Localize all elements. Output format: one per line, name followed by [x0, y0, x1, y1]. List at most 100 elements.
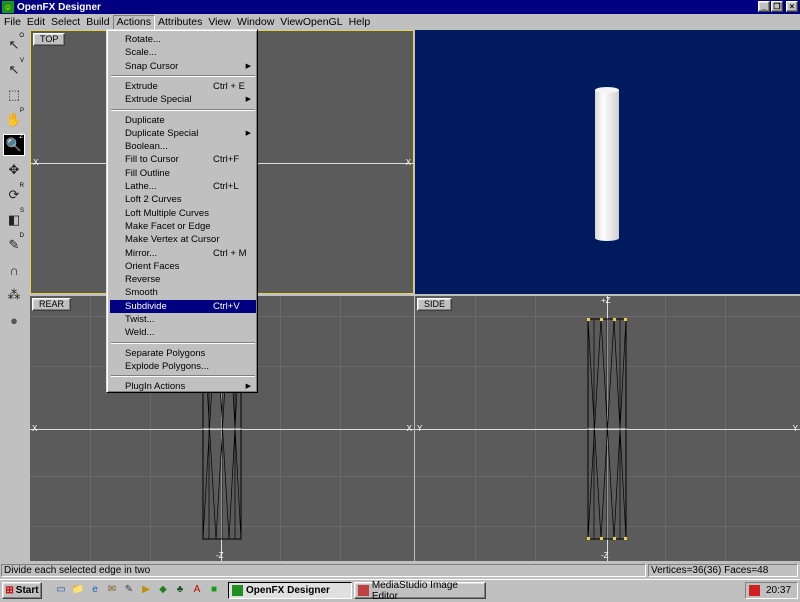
pen-icon[interactable]: ✎ D	[3, 233, 25, 256]
menu-item-reverse[interactable]: Reverse	[110, 273, 256, 286]
menu-item-separate-polygons[interactable]: Separate Polygons	[110, 347, 256, 360]
menu-item-loft-2-curves[interactable]: Loft 2 Curves	[110, 193, 256, 206]
menu-item-subdivide[interactable]: Subdivide Ctrl+V	[110, 299, 256, 313]
menu-item-extrude[interactable]: Extrude Ctrl + E	[110, 80, 256, 93]
outlook-icon[interactable]: ✉	[105, 583, 119, 597]
media-icon[interactable]: ▶	[139, 583, 153, 597]
status-bar: Divide each selected edge in two Vertice…	[0, 563, 800, 578]
sphere-icon[interactable]: ●	[3, 309, 25, 331]
mesh-counts: Vertices=36(36) Faces=48	[648, 564, 798, 577]
tray-app-icon[interactable]	[749, 585, 760, 596]
zoom-icon[interactable]: 🔍 Z	[3, 134, 25, 156]
menu-item-weld[interactable]: Weld...	[110, 326, 256, 339]
menu-item-label: PlugIn Actions	[125, 381, 186, 393]
task-openfx-designer[interactable]: OpenFX Designer	[228, 582, 352, 599]
menu-select[interactable]: Select	[48, 15, 83, 30]
menu-item-label: Lathe...	[125, 181, 157, 192]
menu-item-smooth[interactable]: Smooth	[110, 286, 256, 299]
ie-icon[interactable]: e	[88, 583, 102, 597]
arrow-select-icon[interactable]: ↖ V	[3, 58, 25, 81]
menu-item-duplicate[interactable]: Duplicate	[110, 114, 256, 127]
perspective-viewport[interactable]	[415, 30, 800, 294]
menu-edit[interactable]: Edit	[24, 15, 48, 30]
marquee-select-icon[interactable]: ⬚	[3, 84, 25, 106]
viewport-label-side[interactable]: SIDE	[417, 298, 453, 311]
close-button[interactable]: ×	[786, 1, 798, 12]
submenu-arrow-icon: ▶	[245, 383, 251, 391]
mediastudio-icon	[358, 585, 369, 596]
openfx-icon[interactable]: ■	[207, 583, 221, 597]
rotate-icon[interactable]: ⟳ R	[3, 183, 25, 206]
restore-button[interactable]: ❐	[771, 1, 783, 12]
start-label: Start	[15, 585, 39, 596]
chip-icon[interactable]: ◆	[156, 583, 170, 597]
menu-item-make-vertex-at-cursor[interactable]: Make Vertex at Cursor.	[110, 233, 256, 246]
menu-item-twist[interactable]: Twist...	[110, 313, 256, 326]
openfx-app-icon[interactable]: ☺	[2, 1, 14, 13]
cylinder-render	[595, 87, 619, 241]
menu-file[interactable]: File	[1, 15, 24, 30]
menu-view[interactable]: View	[205, 15, 234, 30]
arrow-pointer-icon[interactable]: ↖ O	[3, 33, 25, 56]
menu-bar: File Edit Select Build Actions Attribute…	[0, 14, 800, 30]
menu-item-label: Orient Faces	[125, 260, 180, 272]
axis-label-x-left: X	[32, 424, 38, 433]
explorer-icon[interactable]: 📁	[71, 583, 85, 597]
menu-item-fill-to-cursor[interactable]: Fill to Cursor Ctrl+F	[110, 153, 256, 166]
menu-item-orient-faces[interactable]: Orient Faces	[110, 260, 256, 273]
notepad-icon[interactable]: ✎	[122, 583, 136, 597]
scale-icon[interactable]: ◧ S	[3, 208, 25, 231]
menu-item-snap-cursor[interactable]: Snap Cursor ▶	[110, 60, 256, 73]
hand-pan-icon[interactable]: ✋ P	[3, 108, 25, 131]
axis-label-y-left: Y	[417, 424, 423, 433]
menu-actions[interactable]: Actions	[112, 14, 155, 30]
menu-separator	[111, 375, 255, 378]
menu-help[interactable]: Help	[346, 15, 374, 30]
tool-shortcut-key: S	[19, 208, 24, 214]
task-label: OpenFX Designer	[246, 585, 330, 596]
menu-item-shortcut: .	[213, 234, 216, 246]
axis-label-x-right: X	[406, 424, 412, 433]
axis-label-z-top: +Z	[601, 296, 611, 305]
menu-item-rotate[interactable]: Rotate...	[110, 33, 256, 46]
menu-build[interactable]: Build	[83, 15, 112, 30]
system-tray: 20:37	[745, 582, 798, 599]
game-icon[interactable]: ♣	[173, 583, 187, 597]
menu-item-label: Fill to Cursor	[125, 154, 179, 166]
magnet-icon[interactable]: ∩	[3, 259, 25, 281]
menu-item-explode-polygons[interactable]: Explode Polygons...	[110, 360, 256, 373]
menu-item-scale[interactable]: Scale...	[110, 46, 256, 59]
acrobat-icon[interactable]: A	[190, 583, 204, 597]
menu-item-fill-outline[interactable]: Fill Outline	[110, 167, 256, 180]
menu-window[interactable]: Window	[234, 15, 277, 30]
side-mesh	[587, 318, 627, 540]
start-button[interactable]: ⊞ Start	[2, 582, 42, 599]
menu-item-label: Fill Outline	[125, 167, 170, 179]
menu-item-mirror[interactable]: Mirror... Ctrl + M	[110, 247, 256, 260]
task-mediastudio[interactable]: MediaStudio Image Editor	[354, 580, 486, 602]
viewport-label-rear[interactable]: REAR	[32, 298, 72, 311]
menu-item-extrude-special[interactable]: Extrude Special ▶	[110, 93, 256, 106]
desktop-icon[interactable]: ▭	[54, 583, 68, 597]
nodes-icon[interactable]: ⁂	[3, 284, 25, 306]
side-viewport[interactable]: +Z Y Y -Z SIDE	[415, 296, 800, 561]
axis-label-z-bottom: -Z	[601, 551, 609, 560]
menu-item-label: Boolean...	[125, 141, 168, 153]
menu-viewopengl[interactable]: ViewOpenGL	[277, 15, 345, 30]
menu-item-make-facet-or-edge[interactable]: Make Facet or Edge	[110, 220, 256, 233]
menu-attributes[interactable]: Attributes	[155, 15, 205, 30]
menu-item-label: Snap Cursor	[125, 60, 179, 72]
minimize-button[interactable]: _	[758, 1, 770, 12]
menu-item-duplicate-special[interactable]: Duplicate Special ▶	[110, 127, 256, 140]
move-icon[interactable]: ✥	[3, 159, 25, 181]
viewport-label-top[interactable]: TOP	[33, 33, 66, 46]
menu-item-loft-multiple-curves[interactable]: Loft Multiple Curves	[110, 207, 256, 220]
menu-item-shortcut: Ctrl+F	[213, 154, 240, 166]
menu-item-boolean[interactable]: Boolean...	[110, 140, 256, 153]
menu-item-label: Loft 2 Curves	[125, 194, 182, 206]
menu-item-plugin-actions[interactable]: PlugIn Actions ▶	[110, 380, 256, 393]
menu-item-label: Duplicate	[125, 114, 165, 126]
menu-separator	[111, 108, 255, 111]
menu-item-lathe[interactable]: Lathe... Ctrl+L	[110, 180, 256, 193]
clock: 20:37	[766, 585, 792, 596]
